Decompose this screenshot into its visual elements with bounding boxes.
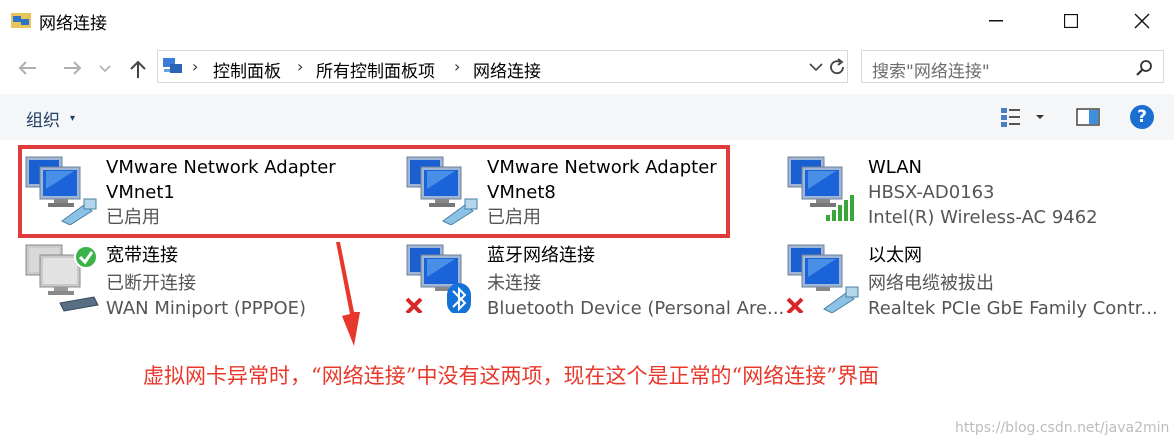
annotation-text: 虚拟网卡异常时，“网络连接”中没有这两项，现在这个是正常的“网络连接”界面 [143, 364, 879, 388]
bluetooth-adapter-icon [405, 244, 471, 313]
up-button[interactable] [125, 58, 151, 78]
connection-status: 未连接 [487, 273, 541, 294]
connection-device: Realtek PCIe GbE Family Contr... [868, 298, 1158, 319]
preview-pane-icon[interactable] [1076, 107, 1100, 127]
connection-status: HBSX-AD0163 [868, 182, 995, 203]
connection-status: 已断开连接 [106, 273, 196, 294]
search-input[interactable]: 搜索"网络连接" [872, 57, 990, 82]
search-icon[interactable] [1135, 59, 1153, 77]
breadcrumb-control-panel[interactable]: 控制面板 [213, 57, 281, 82]
highlight-box [18, 145, 730, 238]
back-button[interactable] [14, 58, 40, 78]
window-title: 网络连接 [39, 14, 107, 34]
connection-name: 蓝牙网络连接 [487, 245, 595, 266]
maximize-button[interactable] [1047, 0, 1095, 42]
refresh-icon [830, 58, 844, 75]
breadcrumb-separator: › [297, 57, 304, 76]
chevron-down-icon [99, 65, 111, 73]
ethernet-adapter-icon [786, 244, 859, 313]
minimize-icon [989, 20, 1003, 22]
control-panel-icon [163, 58, 182, 73]
broadband-connection-icon [25, 244, 99, 312]
search-box[interactable]: 搜索"网络连接" [861, 50, 1164, 83]
address-dropdown-button[interactable] [806, 52, 826, 82]
watermark: https://blog.csdn.net/java2min [955, 420, 1170, 436]
connection-device: WAN Miniport (PPPOE) [106, 298, 307, 319]
refresh-button[interactable] [826, 52, 848, 82]
forward-arrow-icon [64, 61, 82, 75]
minimize-button[interactable] [972, 0, 1020, 42]
annotation-arrow-icon [336, 242, 360, 346]
help-icon[interactable]: ? [1130, 105, 1154, 129]
connection-device: Intel(R) Wireless-AC 9462 [868, 207, 1098, 228]
chevron-down-icon [809, 63, 823, 72]
breadcrumb-separator: › [454, 57, 461, 76]
connection-device: Bluetooth Device (Personal Are... [487, 298, 785, 319]
network-folder-icon [11, 13, 31, 28]
maximize-icon [1064, 14, 1078, 28]
recent-locations-button[interactable] [95, 58, 115, 78]
address-bar[interactable]: › 控制面板 › 所有控制面板项 › 网络连接 [157, 50, 848, 83]
breadcrumb-all-items[interactable]: 所有控制面板项 [316, 57, 435, 82]
chevron-down-icon: ▾ [70, 113, 76, 124]
connection-ethernet[interactable]: 以太网 网络电缆被拔出 Realtek PCIe GbE Family Cont… [786, 243, 1166, 323]
change-view-icon[interactable] [1000, 106, 1022, 128]
connection-broadband[interactable]: 宽带连接 已断开连接 WAN Miniport (PPPOE) [24, 243, 354, 323]
view-options-chevron-icon[interactable] [1034, 112, 1046, 122]
connection-name: 宽带连接 [106, 245, 178, 266]
connection-status: 网络电缆被拔出 [868, 273, 994, 294]
connection-name: 以太网 [868, 245, 922, 266]
close-icon [1134, 13, 1150, 29]
organize-menu[interactable]: 组织 [26, 106, 60, 131]
title-bar: 网络连接 [0, 0, 1174, 42]
up-arrow-icon [130, 60, 146, 78]
wireless-adapter-icon [787, 156, 854, 221]
command-bar: 组织 ▾ ? [0, 94, 1174, 140]
back-arrow-icon [18, 61, 36, 75]
connection-bluetooth[interactable]: 蓝牙网络连接 未连接 Bluetooth Device (Personal Ar… [405, 243, 784, 323]
breadcrumb-network-connections[interactable]: 网络连接 [473, 57, 541, 82]
connection-name: WLAN [868, 157, 923, 178]
connection-wlan[interactable]: WLAN HBSX-AD0163 Intel(R) Wireless-AC 94… [786, 155, 1166, 235]
forward-button[interactable] [60, 58, 86, 78]
breadcrumb-separator: › [192, 57, 199, 76]
close-button[interactable] [1118, 0, 1166, 42]
